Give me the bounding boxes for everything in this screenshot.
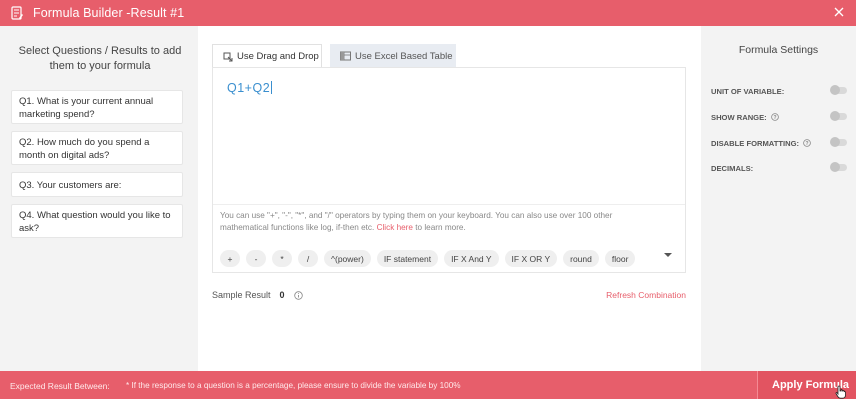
operator-if-and[interactable]: IF X And Y <box>444 250 499 267</box>
setting-show-range: SHOW RANGE: ? <box>711 110 847 124</box>
learn-more-link[interactable]: Click here <box>377 223 413 232</box>
text-caret <box>271 81 273 94</box>
svg-text:?: ? <box>773 115 776 121</box>
operator-floor[interactable]: floor <box>604 250 636 267</box>
svg-text:?: ? <box>806 141 809 147</box>
operator-divide[interactable]: / <box>298 250 318 267</box>
question-card-q3[interactable]: Q3. Your customers are: <box>11 172 183 197</box>
chevron-down-icon[interactable] <box>661 248 675 262</box>
setting-decimals: DECIMALS: <box>711 161 847 175</box>
help-icon[interactable]: ? <box>770 113 779 121</box>
operator-plus[interactable]: + <box>220 250 240 267</box>
close-icon[interactable] <box>832 5 846 19</box>
sample-result: Sample Result 0 <box>212 290 303 300</box>
hand-cursor-icon <box>835 385 846 399</box>
excel-icon <box>340 51 351 61</box>
help-text: You can use "+", "-", "*", and "/" opera… <box>220 210 660 234</box>
drag-drop-icon <box>223 52 233 61</box>
setting-label: UNIT OF VARIABLE: <box>711 86 785 96</box>
expected-result-label: Expected Result Between: <box>10 381 110 391</box>
operator-toolbar: + - * / ^(power) IF statement IF X And Y… <box>220 250 636 268</box>
refresh-combination-link[interactable]: Refresh Combination <box>606 290 686 300</box>
settings-heading: Formula Settings <box>738 44 819 56</box>
formula-text: Q1+Q2 <box>227 81 271 95</box>
formula-editor[interactable]: Q1+Q2 You can use "+", "-", "*", and "/"… <box>212 67 686 273</box>
question-card-q2[interactable]: Q2. How much do you spend a month on dig… <box>11 131 183 165</box>
help-icon[interactable]: ? <box>803 139 811 147</box>
setting-label: DISABLE FORMATTING: <box>711 138 800 148</box>
question-card-q1[interactable]: Q1. What is your current annual marketin… <box>11 90 183 124</box>
footer-bar: Expected Result Between: * If the respon… <box>0 371 856 399</box>
unit-of-variable-toggle[interactable] <box>830 85 847 95</box>
help-suffix: to learn more. <box>415 223 466 232</box>
setting-label: SHOW RANGE: <box>711 112 767 122</box>
operator-minus[interactable]: - <box>246 250 266 267</box>
formula-input[interactable]: Q1+Q2 <box>227 81 273 95</box>
info-icon[interactable] <box>293 290 303 300</box>
setting-disable-formatting: DISABLE FORMATTING: ? <box>711 136 847 150</box>
setting-unit-of-variable: UNIT OF VARIABLE: <box>711 84 847 98</box>
operator-if-or[interactable]: IF X OR Y <box>504 250 558 267</box>
disable-formatting-toggle[interactable] <box>830 137 847 147</box>
questions-panel: Select Questions / Results to add them t… <box>0 26 198 371</box>
operator-multiply[interactable]: * <box>272 250 292 267</box>
title-bar: Formula Builder -Result #1 <box>0 0 856 26</box>
question-card-q4[interactable]: Q4. What question would you like to ask? <box>11 204 183 238</box>
window-title: Formula Builder -Result #1 <box>33 6 185 20</box>
questions-heading: Select Questions / Results to add them t… <box>18 45 182 72</box>
tab-label: Use Excel Based Table <box>355 50 453 62</box>
form-icon <box>11 6 23 20</box>
operator-if-statement[interactable]: IF statement <box>376 250 439 267</box>
sample-result-value: 0 <box>279 290 285 300</box>
operator-round[interactable]: round <box>563 250 599 267</box>
sample-result-label: Sample Result <box>212 290 271 300</box>
setting-label: DECIMALS: <box>711 163 754 173</box>
editor-divider <box>213 204 685 205</box>
tab-label: Use Drag and Drop <box>237 51 319 62</box>
formula-editor-panel: Use Drag and Drop Use Excel Based Table … <box>198 26 701 371</box>
tab-excel-table[interactable]: Use Excel Based Table <box>330 44 456 68</box>
decimals-toggle[interactable] <box>830 162 847 172</box>
tab-drag-and-drop[interactable]: Use Drag and Drop <box>212 44 322 68</box>
percentage-note: * If the response to a question is a per… <box>126 381 461 390</box>
operator-power[interactable]: ^(power) <box>324 250 371 267</box>
formula-settings-panel: Formula Settings UNIT OF VARIABLE: SHOW … <box>701 26 856 371</box>
show-range-toggle[interactable] <box>830 111 847 121</box>
